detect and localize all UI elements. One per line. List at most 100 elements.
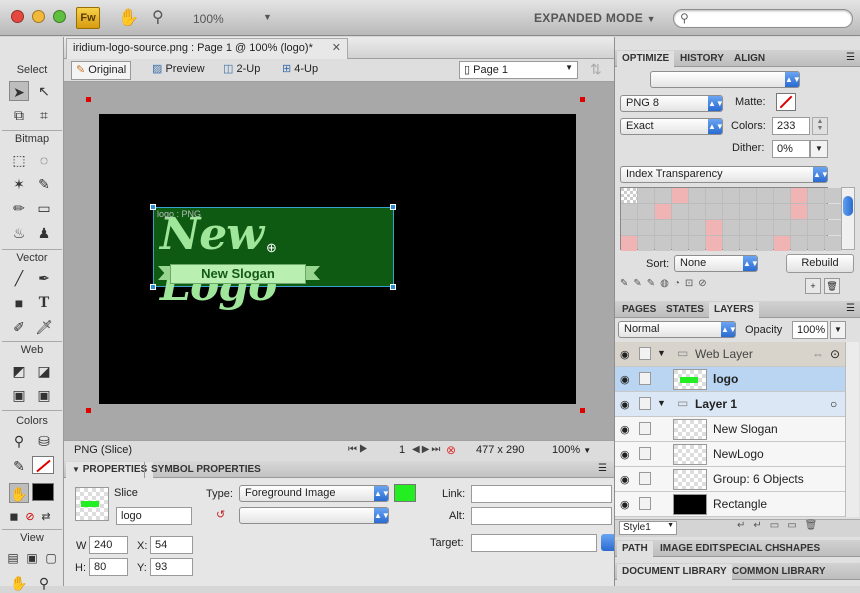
- target-input[interactable]: [471, 534, 597, 552]
- magic-wand-tool-icon[interactable]: ✶: [9, 174, 29, 194]
- tab-history[interactable]: HISTORY: [675, 51, 729, 67]
- panel-menu-icon[interactable]: ☰: [846, 303, 855, 314]
- tab-layers[interactable]: LAYERS: [709, 302, 759, 318]
- color-swatch[interactable]: [757, 236, 773, 251]
- dither-input[interactable]: 0%: [772, 140, 810, 158]
- logo-text[interactable]: New Logo: [160, 209, 390, 311]
- visibility-eye-icon[interactable]: ◉: [620, 473, 630, 486]
- color-swatch[interactable]: [621, 236, 637, 251]
- rectangle-tool-icon[interactable]: ■: [9, 293, 29, 313]
- color-swatch[interactable]: [689, 204, 705, 219]
- hotspot-tool-icon[interactable]: ◩: [9, 361, 29, 381]
- text-tool-icon[interactable]: T: [34, 293, 54, 313]
- color-swatch[interactable]: [672, 188, 688, 203]
- height-input[interactable]: 80: [89, 558, 128, 576]
- color-swatch[interactable]: [740, 220, 756, 235]
- full-screen-menu-mode-icon[interactable]: ▣: [22, 548, 42, 568]
- page-up-down-icon[interactable]: ⇅: [590, 61, 602, 78]
- lock-toggle[interactable]: [639, 472, 651, 485]
- layer-row[interactable]: ◉ Rectangle: [615, 492, 845, 517]
- color-swatch[interactable]: [757, 188, 773, 203]
- color-table[interactable]: [620, 187, 841, 251]
- pointer-tool-icon[interactable]: ➤: [9, 81, 29, 101]
- matte-color-swatch[interactable]: [776, 93, 796, 111]
- selection-handle[interactable]: [390, 204, 396, 210]
- scale-tool-icon[interactable]: ⧉: [9, 105, 29, 125]
- color-swatch[interactable]: [706, 220, 722, 235]
- saved-settings-select[interactable]: ▲▼: [650, 71, 801, 88]
- color-swatch[interactable]: [689, 236, 705, 251]
- visibility-eye-icon[interactable]: ◉: [620, 398, 630, 411]
- selection-handle[interactable]: [150, 204, 156, 210]
- delete-color-icon[interactable]: 🗑: [824, 278, 840, 294]
- zoom-window-button[interactable]: [53, 10, 66, 23]
- brush-tool-icon[interactable]: ✎: [34, 174, 54, 194]
- color-swatch[interactable]: [672, 204, 688, 219]
- color-swatch[interactable]: [740, 188, 756, 203]
- lock-toggle[interactable]: [639, 447, 651, 460]
- hide-slices-icon[interactable]: ▣: [9, 385, 29, 405]
- lock-toggle[interactable]: [639, 347, 651, 360]
- zoom-tool-icon[interactable]: ⚲: [152, 7, 164, 27]
- color-swatch[interactable]: [655, 204, 671, 219]
- color-swatch[interactable]: [808, 236, 824, 251]
- slice-color-swatch[interactable]: [394, 484, 416, 502]
- style-select[interactable]: Style1 ▼: [619, 521, 677, 535]
- behavior-select[interactable]: ▲▼: [239, 507, 390, 524]
- magnification-select[interactable]: 100% ▼: [552, 444, 591, 456]
- color-swatch[interactable]: [706, 188, 722, 203]
- color-swatch[interactable]: [655, 236, 671, 251]
- fill-color-icon[interactable]: ✋: [9, 483, 29, 503]
- lock-toggle[interactable]: [639, 497, 651, 510]
- layer-row[interactable]: ◉ Group: 6 Objects: [615, 467, 845, 492]
- frame-nav-icon[interactable]: ◀▶⏭: [412, 444, 442, 455]
- color-swatch[interactable]: [723, 188, 739, 203]
- tab-pages[interactable]: PAGES: [617, 302, 661, 318]
- zoom-level[interactable]: 100%: [193, 12, 224, 26]
- subselection-tool-icon[interactable]: ↖: [34, 81, 54, 101]
- slogan-banner[interactable]: New Slogan: [170, 264, 306, 284]
- color-swatch[interactable]: [825, 220, 841, 235]
- color-table-scrollbar[interactable]: [841, 187, 855, 250]
- opacity-dropdown-icon[interactable]: ▼: [830, 321, 846, 339]
- color-swatch[interactable]: [723, 204, 739, 219]
- share-layer-icon[interactable]: ⇔: [812, 347, 824, 361]
- color-swatch[interactable]: [689, 188, 705, 203]
- view-2up-button[interactable]: ◫ 2-Up: [219, 61, 264, 80]
- visibility-eye-icon[interactable]: ◉: [620, 423, 630, 436]
- color-swatch[interactable]: [774, 204, 790, 219]
- color-swatch[interactable]: [638, 204, 654, 219]
- lock-toggle[interactable]: [639, 397, 651, 410]
- tab-optimize[interactable]: OPTIMIZE: [617, 51, 675, 67]
- tab-symbol-properties[interactable]: SYMBOL PROPERTIES: [144, 462, 267, 478]
- color-swatch[interactable]: [774, 220, 790, 235]
- tab-states[interactable]: STATES: [661, 302, 709, 318]
- layer-actions[interactable]: ↵↵▭▭🗑: [737, 520, 825, 531]
- link-input[interactable]: [471, 485, 612, 503]
- zoom-tool-panel-icon[interactable]: ⚲: [34, 573, 54, 593]
- expand-triangle-icon[interactable]: ▼: [657, 348, 666, 358]
- eraser-tool-icon[interactable]: ▭: [34, 198, 54, 218]
- color-swatch[interactable]: [791, 204, 807, 219]
- color-swatch[interactable]: [825, 188, 841, 203]
- scroll-thumb[interactable]: [843, 196, 853, 216]
- blur-tool-icon[interactable]: ♨: [9, 223, 29, 243]
- blend-mode-select[interactable]: Normal ▲▼: [618, 321, 737, 338]
- stop-icon[interactable]: ⊗: [446, 443, 456, 457]
- layer-row[interactable]: ◉ logo: [615, 367, 845, 392]
- show-slices-icon[interactable]: ▣: [34, 385, 54, 405]
- export-format-select[interactable]: PNG 8 ▲▼: [620, 95, 724, 112]
- sort-select[interactable]: None ▲▼: [674, 255, 759, 272]
- close-window-button[interactable]: [11, 10, 24, 23]
- hand-tool-panel-icon[interactable]: ✋: [9, 573, 29, 593]
- rubber-stamp-tool-icon[interactable]: ♟: [34, 223, 54, 243]
- color-swatch[interactable]: [757, 204, 773, 219]
- tab-properties[interactable]: ▼ PROPERTIES: [66, 462, 154, 478]
- layer-row[interactable]: ◉ New Slogan: [615, 417, 845, 442]
- color-swatch[interactable]: [740, 204, 756, 219]
- color-swatch[interactable]: [825, 204, 841, 219]
- behavior-icon[interactable]: ↺: [216, 508, 225, 521]
- close-tab-icon[interactable]: ✕: [332, 41, 341, 54]
- color-swatch[interactable]: [791, 188, 807, 203]
- view-4up-button[interactable]: ⊞ 4-Up: [278, 61, 322, 80]
